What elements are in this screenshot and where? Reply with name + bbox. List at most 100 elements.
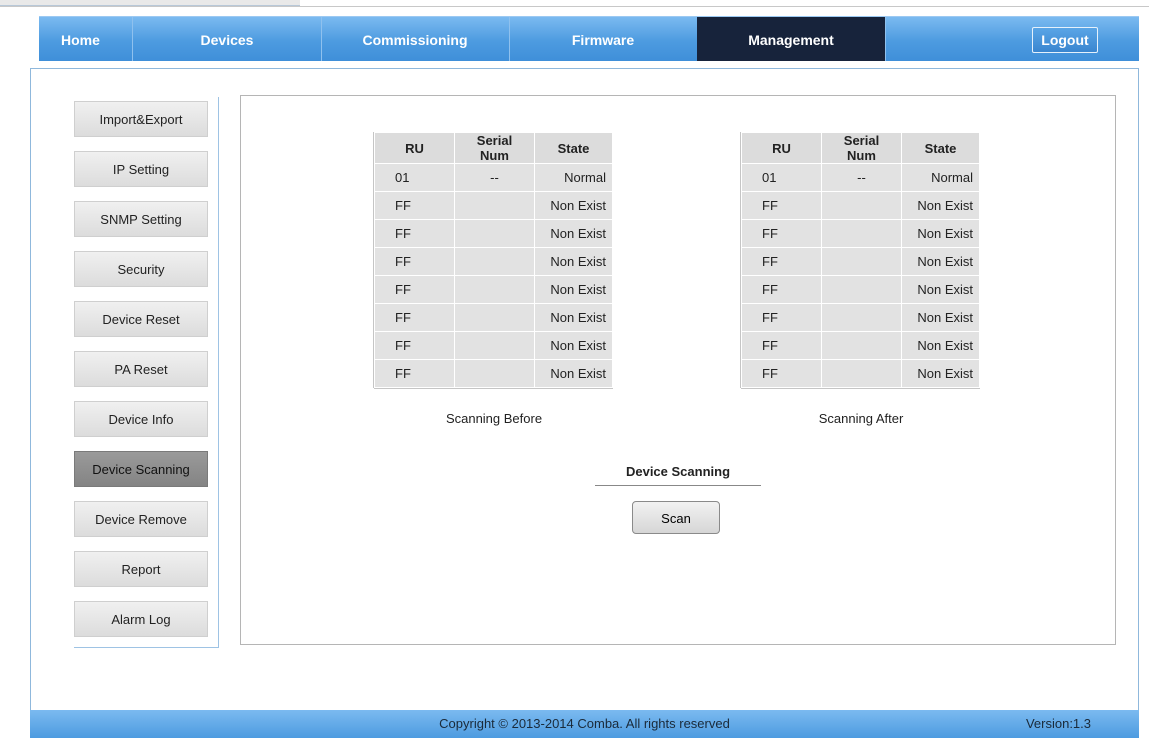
cell-serial-num: [454, 331, 535, 360]
cell-state: Non Exist: [534, 331, 613, 360]
logout-button[interactable]: Logout: [1032, 27, 1098, 53]
table-row: FF Non Exist: [741, 219, 980, 248]
sidebar-item-import-export[interactable]: Import&Export: [74, 101, 208, 137]
column-header-ru: RU: [374, 132, 455, 164]
table-header-row: RU Serial Num State: [741, 132, 980, 164]
sidebar-item-pa-reset[interactable]: PA Reset: [74, 351, 208, 387]
cell-serial-num: [454, 219, 535, 248]
column-header-ru: RU: [741, 132, 822, 164]
cell-state: Non Exist: [901, 191, 980, 220]
cell-ru: FF: [741, 359, 822, 388]
cell-state: Non Exist: [901, 275, 980, 304]
top-nav-bar: Home Devices Commissioning Firmware Mana…: [39, 16, 1139, 61]
cell-state: Non Exist: [534, 191, 613, 220]
table-row: FF Non Exist: [741, 359, 980, 388]
cell-state: Non Exist: [901, 219, 980, 248]
cell-ru: FF: [741, 219, 822, 248]
scanning-before-table: RU Serial Num State 01 -- Normal FF Non Exis…: [374, 132, 613, 388]
cell-ru: FF: [374, 247, 455, 276]
nav-home[interactable]: Home: [39, 17, 133, 61]
main-frame: Import&Export IP Setting SNMP Setting Se…: [30, 68, 1139, 711]
cell-serial-num: [821, 247, 902, 276]
table-row: FF Non Exist: [741, 331, 980, 360]
table-row: FF Non Exist: [374, 331, 613, 360]
cell-serial-num: [454, 303, 535, 332]
sidebar-item-device-scanning[interactable]: Device Scanning: [74, 451, 208, 487]
scan-button[interactable]: Scan: [632, 501, 720, 534]
sidebar-item-device-remove[interactable]: Device Remove: [74, 501, 208, 537]
table-row: 01 -- Normal: [741, 163, 980, 192]
cell-state: Non Exist: [534, 219, 613, 248]
cell-serial-num: [821, 303, 902, 332]
content-panel: RU Serial Num State 01 -- Normal FF Non Exis…: [240, 95, 1116, 645]
sidebar-item-report[interactable]: Report: [74, 551, 208, 587]
cell-serial-num: [821, 331, 902, 360]
cell-ru: FF: [374, 219, 455, 248]
sidebar-item-device-reset[interactable]: Device Reset: [74, 301, 208, 337]
table-row: FF Non Exist: [374, 303, 613, 332]
table-row: FF Non Exist: [374, 275, 613, 304]
cell-serial-num: [454, 247, 535, 276]
cell-ru: FF: [374, 331, 455, 360]
scanning-after-table: RU Serial Num State 01 -- Normal FF Non Exis…: [741, 132, 980, 388]
device-scanning-title: Device Scanning: [595, 464, 761, 486]
cell-serial-num: [821, 219, 902, 248]
cell-ru: FF: [741, 275, 822, 304]
cell-serial-num: --: [821, 163, 902, 192]
cell-ru: FF: [741, 191, 822, 220]
column-header-state: State: [901, 132, 980, 164]
cell-serial-num: [821, 191, 902, 220]
table-row: 01 -- Normal: [374, 163, 613, 192]
cell-ru: 01: [741, 163, 822, 192]
cell-ru: FF: [374, 275, 455, 304]
cell-state: Non Exist: [901, 359, 980, 388]
scanning-after-caption: Scanning After: [818, 411, 904, 426]
sidebar-item-alarm-log[interactable]: Alarm Log: [74, 601, 208, 637]
cell-ru: FF: [741, 303, 822, 332]
cell-state: Non Exist: [534, 303, 613, 332]
sidebar-item-ip-setting[interactable]: IP Setting: [74, 151, 208, 187]
nav-management[interactable]: Management: [697, 17, 886, 61]
sidebar-item-device-info[interactable]: Device Info: [74, 401, 208, 437]
cell-state: Non Exist: [534, 359, 613, 388]
browser-top-strip: [0, 0, 1149, 7]
table-row: FF Non Exist: [741, 275, 980, 304]
cell-state: Non Exist: [534, 275, 613, 304]
cell-serial-num: --: [454, 163, 535, 192]
table-row: FF Non Exist: [374, 219, 613, 248]
cell-state: Non Exist: [901, 247, 980, 276]
table-row: FF Non Exist: [741, 191, 980, 220]
nav-commissioning[interactable]: Commissioning: [321, 17, 510, 61]
cell-state: Non Exist: [901, 303, 980, 332]
cell-ru: 01: [374, 163, 455, 192]
copyright-text: Copyright © 2013-2014 Comba. All rights …: [439, 716, 730, 731]
scanning-before-caption: Scanning Before: [445, 411, 543, 426]
browser-tab-hint: [0, 0, 300, 6]
cell-ru: FF: [374, 191, 455, 220]
column-header-serial-num: Serial Num: [454, 132, 535, 164]
cell-ru: FF: [374, 359, 455, 388]
sidebar: Import&Export IP Setting SNMP Setting Se…: [74, 97, 219, 648]
cell-state: Non Exist: [534, 247, 613, 276]
cell-serial-num: [454, 359, 535, 388]
sidebar-item-snmp-setting[interactable]: SNMP Setting: [74, 201, 208, 237]
cell-ru: FF: [741, 331, 822, 360]
nav-devices[interactable]: Devices: [133, 17, 322, 61]
table-header-row: RU Serial Num State: [374, 132, 613, 164]
cell-serial-num: [454, 275, 535, 304]
version-text: Version:1.3: [1025, 716, 1091, 731]
cell-serial-num: [821, 359, 902, 388]
cell-serial-num: [821, 275, 902, 304]
cell-serial-num: [454, 191, 535, 220]
cell-ru: FF: [741, 247, 822, 276]
cell-state: Normal: [534, 163, 613, 192]
sidebar-item-security[interactable]: Security: [74, 251, 208, 287]
cell-ru: FF: [374, 303, 455, 332]
column-header-state: State: [534, 132, 613, 164]
column-header-serial-num: Serial Num: [821, 132, 902, 164]
cell-state: Non Exist: [901, 331, 980, 360]
table-row: FF Non Exist: [741, 247, 980, 276]
nav-firmware[interactable]: Firmware: [509, 17, 698, 61]
table-row: FF Non Exist: [374, 191, 613, 220]
table-row: FF Non Exist: [374, 247, 613, 276]
